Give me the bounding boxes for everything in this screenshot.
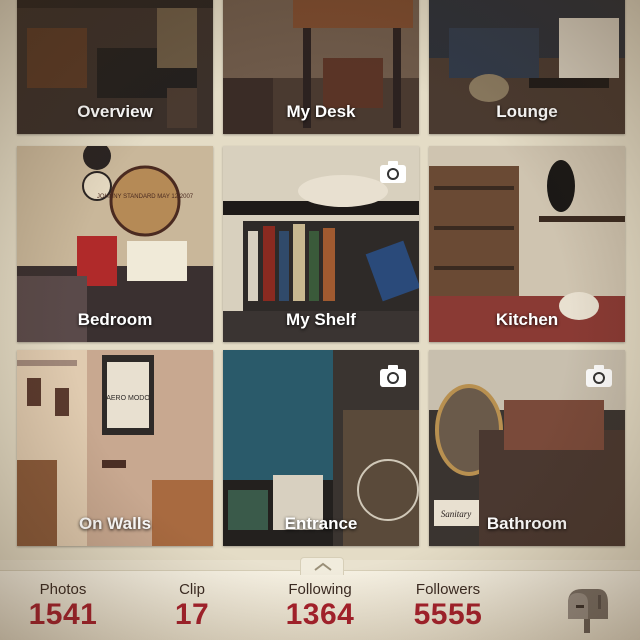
stat-label: Followers xyxy=(415,581,481,598)
stat-photos[interactable]: Photos 1541 xyxy=(18,571,108,632)
stat-value: 17 xyxy=(174,598,210,631)
stat-value: 5555 xyxy=(413,598,483,631)
poster-text: AERO MODO xyxy=(106,395,150,402)
album-tile-overview[interactable]: Overview xyxy=(17,0,213,134)
profile-stats-bar: Photos 1541 Clip 17 Following 1364 Follo… xyxy=(0,570,640,640)
album-tile-kitchen[interactable]: Kitchen xyxy=(429,146,625,342)
album-label: Lounge xyxy=(496,102,558,121)
album-tile-entrance[interactable]: Entrance xyxy=(223,350,419,546)
album-tile-my-desk[interactable]: My Desk xyxy=(223,0,419,134)
stat-label: Photos xyxy=(39,581,87,598)
album-label: Bedroom xyxy=(77,310,153,329)
camera-icon[interactable] xyxy=(585,364,613,388)
chevron-up-icon xyxy=(314,562,332,571)
stat-followers[interactable]: Followers 5555 xyxy=(398,571,498,632)
stat-label: Following xyxy=(288,581,352,598)
album-label: My Shelf xyxy=(286,310,356,329)
album-grid: Overview My Desk Lounge JOHNNY STANDARD … xyxy=(0,0,640,560)
stat-following[interactable]: Following 1364 xyxy=(272,571,368,632)
album-tile-bedroom[interactable]: JOHNNY STANDARD MAY 12 2007 Bedroom xyxy=(17,146,213,342)
stat-value: 1364 xyxy=(285,598,355,631)
album-label: On Walls xyxy=(78,514,152,533)
stat-value: 1541 xyxy=(28,598,98,631)
stat-clip[interactable]: Clip 17 xyxy=(150,571,234,632)
album-tile-my-shelf[interactable]: My Shelf xyxy=(223,146,419,342)
stat-label: Clip xyxy=(179,581,205,598)
album-label: Entrance xyxy=(284,514,358,533)
camera-icon[interactable] xyxy=(379,364,407,388)
camera-icon[interactable] xyxy=(379,160,407,184)
album-label: Bathroom xyxy=(486,514,568,533)
drawer-handle[interactable] xyxy=(300,557,344,575)
album-tile-on-walls[interactable]: AERO MODO On Walls xyxy=(17,350,213,546)
album-label: My Desk xyxy=(286,102,356,121)
album-label: Kitchen xyxy=(495,310,559,329)
clock-text: JOHNNY STANDARD MAY 12 2007 xyxy=(97,194,194,200)
mailbox-icon[interactable] xyxy=(562,585,612,633)
album-tile-lounge[interactable]: Lounge xyxy=(429,0,625,134)
album-tile-bathroom[interactable]: Sanitary Bathroom xyxy=(429,350,625,546)
album-label: Overview xyxy=(77,102,153,121)
